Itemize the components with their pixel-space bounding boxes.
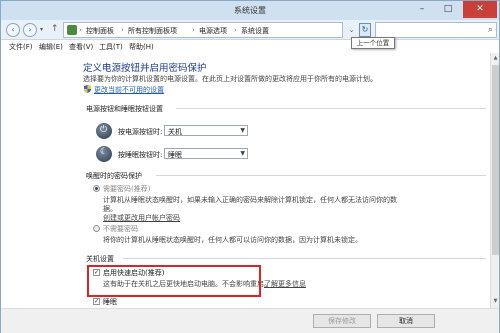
menu-edit[interactable]: 编辑(E) xyxy=(39,42,63,52)
sleep-button-select-value: 睡眠 xyxy=(168,151,182,159)
save-changes-button[interactable]: 保存修改 xyxy=(313,314,371,328)
breadcrumb-separator: › xyxy=(192,26,195,34)
title-bar: 系统设置 – □ ✕ xyxy=(1,1,499,20)
breadcrumb-power-options[interactable]: 电源选项 xyxy=(199,26,227,36)
power-button-select[interactable]: 关机 ▼ xyxy=(164,125,248,136)
no-password-radio[interactable] xyxy=(93,225,100,232)
control-panel-icon xyxy=(67,25,77,35)
require-password-description: 计算机从睡眠状态唤醒时，如果未输入正确的密码来解除计算机锁定，任何人都无法访问你… xyxy=(103,196,397,204)
require-password-radio[interactable] xyxy=(93,185,100,192)
address-dropdown-icon[interactable]: ⌄ xyxy=(346,23,357,37)
recent-locations-dropdown-icon[interactable]: ▾ xyxy=(40,26,43,33)
page-title: 定义电源按钮并启用密码保护 xyxy=(83,63,207,74)
menu-file[interactable]: 文件(F) xyxy=(9,42,33,52)
refresh-icon[interactable]: ↻ xyxy=(359,23,371,37)
sleep-button-select[interactable]: 睡眠 ▼ xyxy=(164,148,248,159)
breadcrumb-system-settings[interactable]: 系统设置 xyxy=(241,26,269,36)
require-password-label: 需要密码(推荐) xyxy=(103,185,151,193)
menu-bar: 文件(F) 编辑(E) 查看(V) 工具(T) 帮助(H) xyxy=(1,41,499,53)
power-button-select-value: 关机 xyxy=(168,128,182,136)
learn-more-link[interactable]: 了解更多信息 xyxy=(264,279,306,289)
breadcrumb-separator: › xyxy=(234,26,237,34)
address-row: ‹ › ▾ ↑ › 控制面板 › 所有控制面板项 › 电源选项 › 系统设置 ⌄… xyxy=(1,20,499,40)
change-unavailable-settings-link[interactable]: 更改当前不可用的设置 xyxy=(94,85,164,95)
menu-view[interactable]: 查看(V) xyxy=(69,42,93,52)
power-button-icon: ⏻ xyxy=(96,123,112,139)
breadcrumb-all-items[interactable]: 所有控制面板项 xyxy=(128,26,177,36)
maximize-button[interactable]: □ xyxy=(435,1,461,18)
scroll-thumb[interactable] xyxy=(492,65,499,255)
sleep-button-label: 按睡眠按钮时: xyxy=(118,151,163,159)
sleep-button-icon: ☾ xyxy=(96,146,112,162)
section-title-shutdown: 关机设置 xyxy=(86,255,114,263)
chevron-down-icon: ▼ xyxy=(240,127,245,134)
address-bar[interactable]: › 控制面板 › 所有控制面板项 › 电源选项 › 系统设置 xyxy=(63,22,343,38)
cancel-button[interactable]: 取消 xyxy=(377,314,435,328)
sleep-menu-label: 睡眠 xyxy=(103,298,117,306)
minimize-button[interactable]: – xyxy=(409,1,435,18)
breadcrumb-separator: › xyxy=(79,26,82,34)
main-content: 定义电源按钮并启用密码保护 选择要为你的计算机设置的电源设置。在此页上对设置所做… xyxy=(1,53,499,308)
no-password-label: 不需要密码 xyxy=(103,225,138,233)
system-settings-window: 系统设置 – □ ✕ ‹ › ▾ ↑ › 控制面板 › 所有控制面板项 › 电源… xyxy=(0,0,500,333)
menu-tools[interactable]: 工具(T) xyxy=(99,42,123,52)
menu-help[interactable]: 帮助(H) xyxy=(129,42,154,52)
power-button-label: 按电源按钮时: xyxy=(118,128,163,136)
chevron-down-icon: ▼ xyxy=(240,150,245,157)
section-title-wake-password: 唤醒时的密码保护 xyxy=(86,172,142,180)
scroll-up-icon[interactable]: ▲ xyxy=(492,55,499,63)
section-divider xyxy=(123,258,486,259)
up-arrow-icon[interactable]: ↑ xyxy=(51,24,59,34)
scroll-down-icon[interactable]: ▼ xyxy=(492,298,499,306)
section-divider xyxy=(156,175,486,176)
forward-button[interactable]: › xyxy=(23,23,37,37)
breadcrumb-separator: › xyxy=(121,26,124,34)
uac-shield-icon xyxy=(84,85,91,93)
close-button[interactable]: ✕ xyxy=(463,1,497,18)
no-password-description: 将你的计算机从睡眠状态唤醒时，任何人都可以访问你的数据，因为计算机未锁定。 xyxy=(103,236,362,244)
highlight-annotation xyxy=(87,265,261,297)
section-divider xyxy=(176,108,486,109)
back-button[interactable]: ‹ xyxy=(6,23,20,37)
tooltip: 上一个位置 xyxy=(351,37,395,49)
search-input[interactable]: ⌕ xyxy=(375,22,497,38)
vertical-scrollbar[interactable]: ▲ ▼ xyxy=(490,53,499,308)
section-title-power-buttons: 电源按钮和睡眠按钮设置 xyxy=(86,105,163,113)
breadcrumb-control-panel[interactable]: 控制面板 xyxy=(86,26,114,36)
sleep-menu-checkbox[interactable]: ✓ xyxy=(93,298,100,305)
search-icon: ⌕ xyxy=(487,25,493,35)
page-description: 选择要为你的计算机设置的电源设置。在此页上对设置所做的更改将应用于你所有的电源计… xyxy=(83,75,377,83)
footer-bar: 保存修改 取消 xyxy=(1,308,499,333)
create-password-link[interactable]: 创建或更改用户帐户密码 xyxy=(103,213,180,223)
